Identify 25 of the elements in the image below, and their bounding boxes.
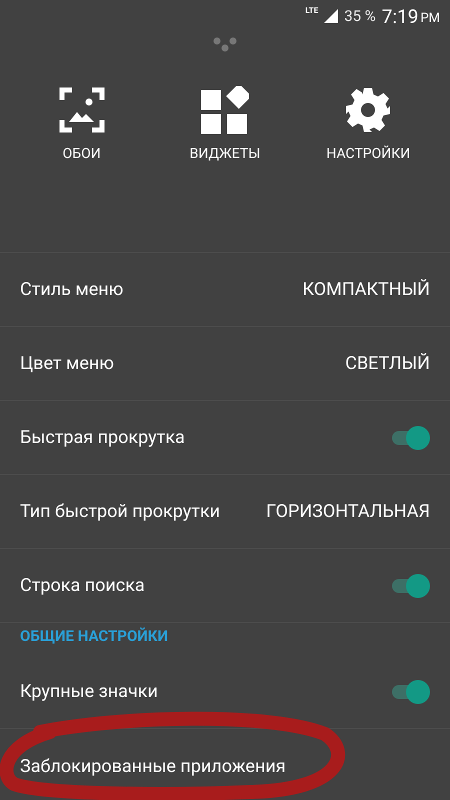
settings-icon (344, 86, 392, 134)
shortcut-button[interactable]: ОБОИ (16, 86, 147, 162)
widgets-icon (200, 86, 249, 134)
signal-icon (324, 9, 338, 23)
setting-value[interactable]: ГОРИЗОНТАЛЬНАЯ (266, 501, 430, 522)
setting-value[interactable]: КОМПАКТНЫЙ (302, 279, 430, 300)
setting-label: Крупные значки (20, 681, 158, 702)
setting-label: Быстрая прокрутка (20, 427, 185, 448)
setting-label[interactable]: Заблокированные приложения (20, 756, 286, 776)
wallpaper-icon (58, 86, 106, 134)
battery-level: 35 % (344, 7, 376, 25)
setting-label: Цвет меню (20, 353, 114, 374)
clock-time: 7:19 (382, 4, 418, 28)
network-type: LTE (305, 6, 318, 15)
toggle-switch[interactable] (390, 424, 430, 452)
setting-value[interactable]: СВЕТЛЫЙ (345, 353, 430, 374)
toggle-switch[interactable] (390, 678, 430, 706)
shortcut-button[interactable]: ВИДЖЕТЫ (160, 86, 290, 162)
setting-label: Строка поиска (20, 575, 145, 596)
setting-label: Тип быстрой прокрутки (20, 501, 220, 522)
shortcut-button[interactable]: НАСТРОЙКИ (303, 86, 434, 162)
clock-ampm: PM (420, 10, 440, 26)
toggle-switch[interactable] (390, 572, 430, 600)
section-header: ОБЩИЕ НАСТРОЙКИ (20, 627, 168, 645)
setting-label: Стиль меню (20, 279, 124, 300)
